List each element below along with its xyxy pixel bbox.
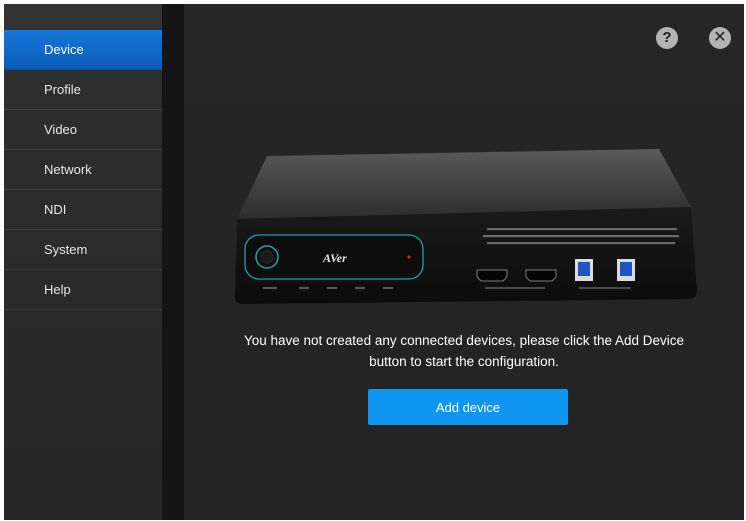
device-illustration: AVer: [235, 149, 697, 304]
sidebar-item-video[interactable]: Video: [4, 110, 162, 150]
sidebar-item-label: Video: [44, 122, 78, 137]
message-line-1: You have not created any connected devic…: [243, 333, 685, 348]
device-brand-logo: AVer: [322, 251, 347, 265]
sidebar-item-network[interactable]: Network: [4, 150, 162, 190]
sidebar-item-label: System: [44, 242, 88, 257]
close-icon[interactable]: ✕: [709, 27, 731, 49]
sidebar-item-label: Device: [44, 42, 84, 57]
sidebar-item-label: NDI: [44, 202, 67, 217]
main-panel: ? ✕ AVer You have not created any connec…: [184, 4, 744, 520]
sidebar-item-ndi[interactable]: NDI: [4, 190, 162, 230]
help-icon[interactable]: ?: [656, 27, 678, 49]
sidebar-item-label: Network: [44, 162, 92, 177]
empty-state-message: You have not created any connected devic…: [194, 330, 734, 372]
sidebar: Device Profile Video Network NDI System …: [4, 4, 162, 520]
sidebar-item-help[interactable]: Help: [4, 270, 162, 310]
message-line-2: button to start the configuration.: [369, 354, 559, 369]
sidebar-item-label: Profile: [44, 82, 81, 97]
sidebar-item-device[interactable]: Device: [4, 30, 162, 70]
sidebar-item-label: Help: [44, 282, 71, 297]
sidebar-divider: [162, 4, 184, 520]
sidebar-header: [4, 4, 162, 30]
app-window: Device Profile Video Network NDI System …: [4, 4, 744, 520]
sidebar-item-system[interactable]: System: [4, 230, 162, 270]
add-device-button[interactable]: Add device: [368, 389, 568, 425]
sidebar-item-profile[interactable]: Profile: [4, 70, 162, 110]
